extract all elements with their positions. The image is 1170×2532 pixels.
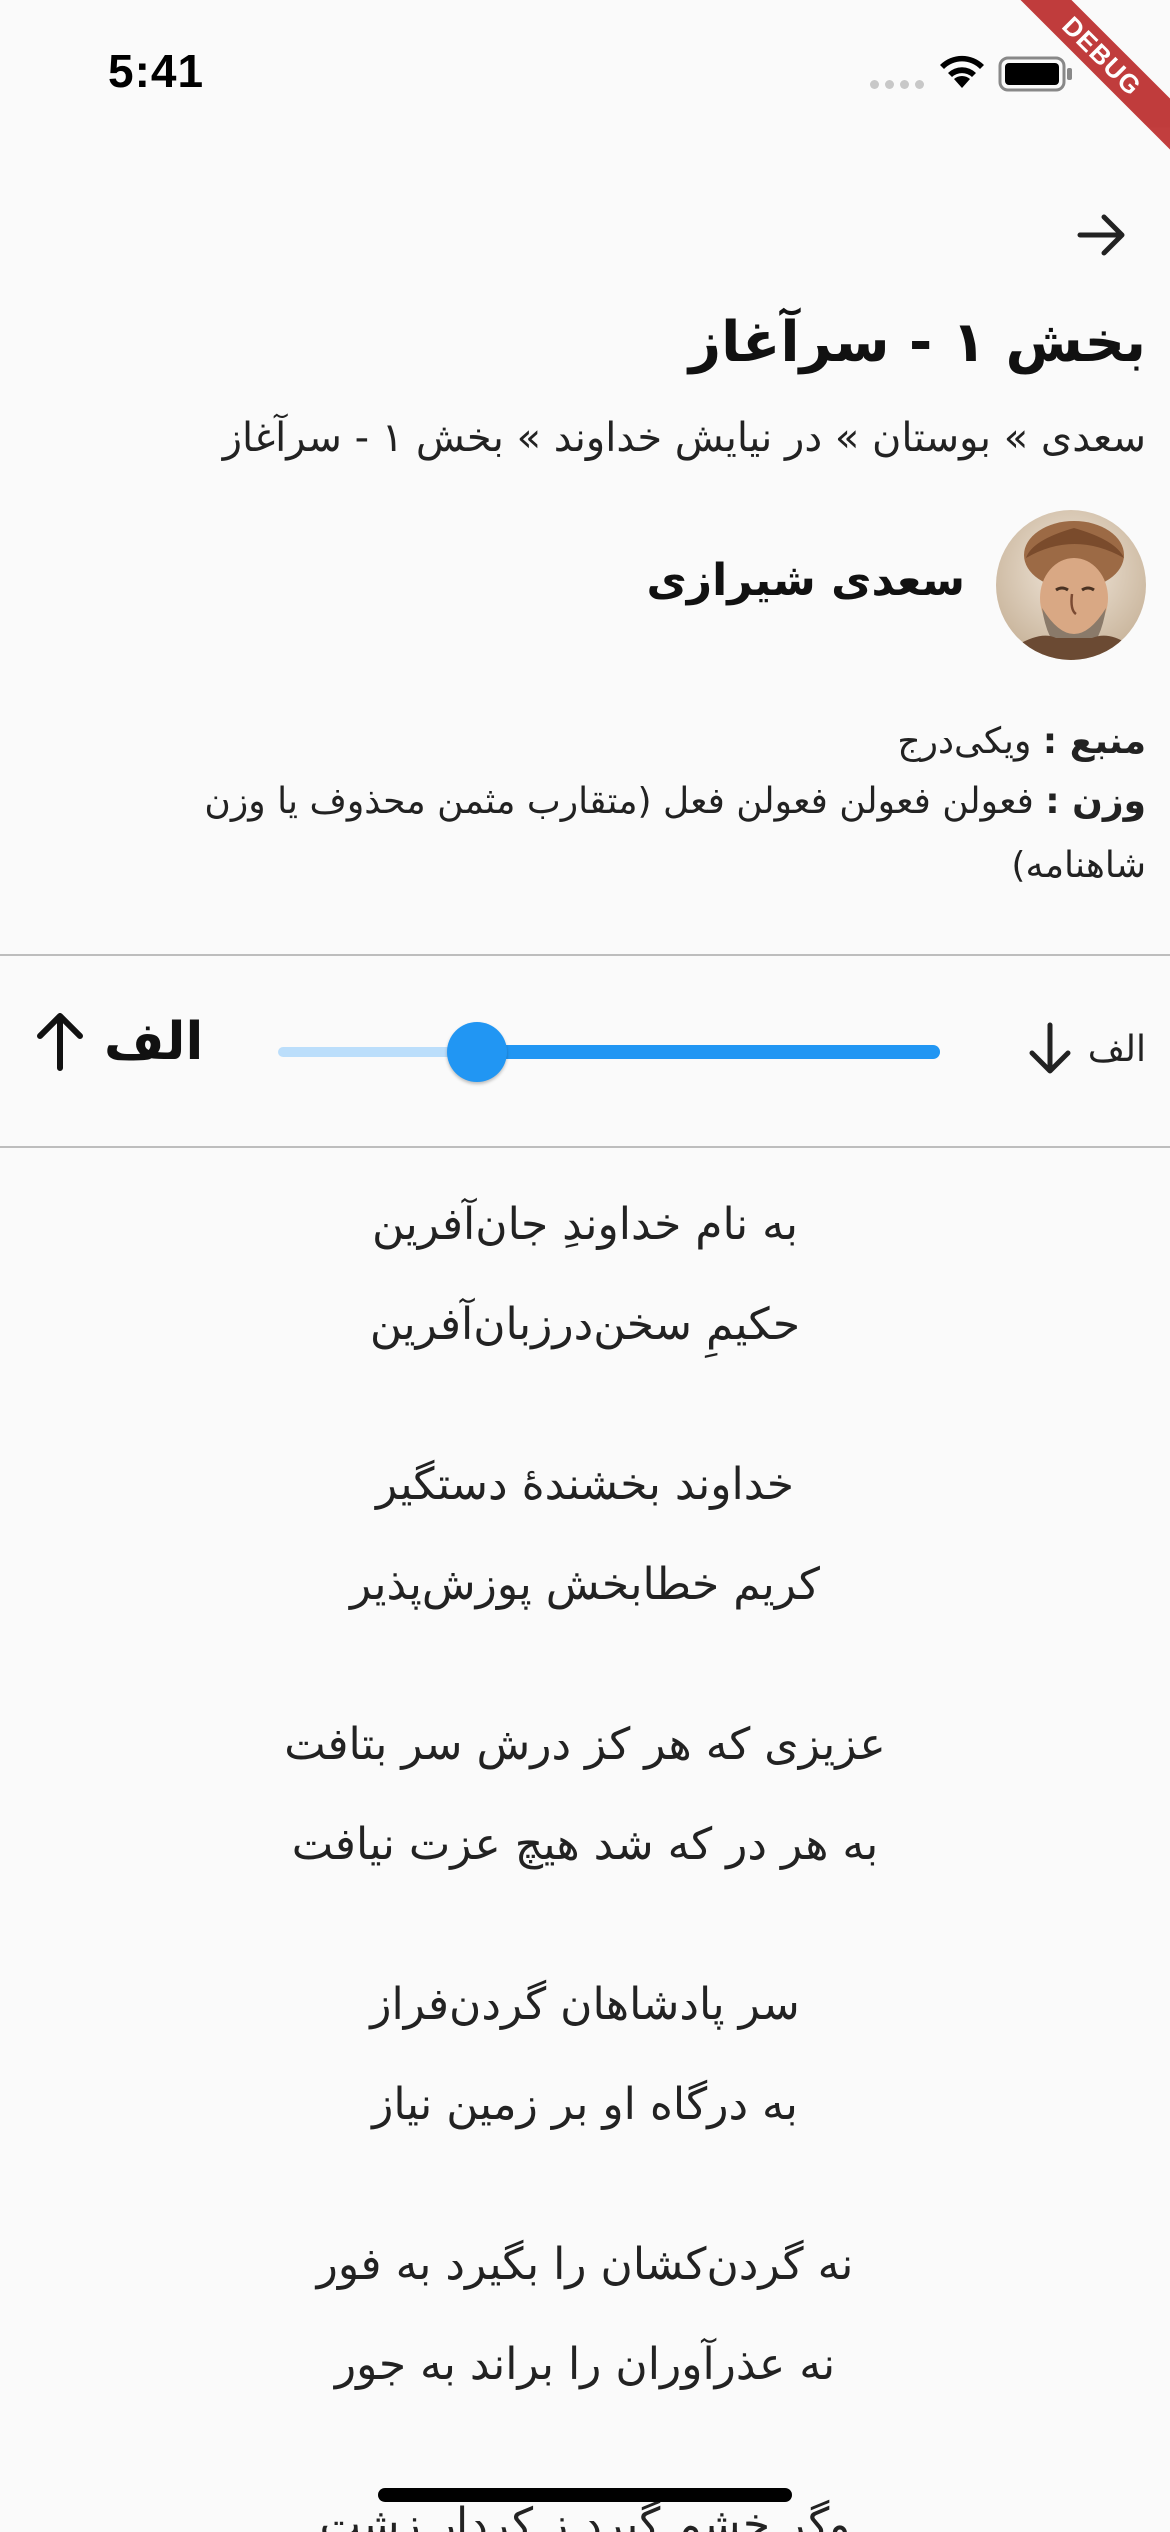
meter-label: وزن : xyxy=(1045,781,1146,822)
screen: 5:41 DEBUG بخش ۱ - سرآغاز سعدی » بوستان … xyxy=(0,0,1170,2532)
verse: سر پادشاهان گردن‌فراز xyxy=(370,1979,800,2030)
font-small-label: الف xyxy=(1087,1028,1146,1070)
poem: به نام خداوندِ جان‌آفرین حکیمِ سخن‌درزبان… xyxy=(0,1175,1170,2532)
verse: به درگاه او بر زمین نیاز xyxy=(372,2079,798,2130)
verse: وگر خشم گیرد ز کردار زشت xyxy=(319,2499,851,2532)
verse: خداوند بخشندهٔ دستگیر xyxy=(376,1459,794,1510)
verse: نه گردن‌کشان را بگیرد به فور xyxy=(316,2239,854,2290)
meter-value: فعولن فعولن فعولن فعل (متقارب مثمن محذوف… xyxy=(204,781,1146,886)
verse: به هر در که شد هیچ عزت نیافت xyxy=(291,1819,879,1870)
couplet[interactable]: نه گردن‌کشان را بگیرد به فور نه عذرآوران … xyxy=(0,2215,1170,2415)
meter-row: وزن : فعولن فعولن فعولن فعل (متقارب مثمن… xyxy=(106,770,1146,898)
status-icons xyxy=(870,40,1170,110)
couplet[interactable]: عزیزی که هر کز درش سر بتافت به هر در که ش… xyxy=(0,1695,1170,1895)
verse: به نام خداوندِ جان‌آفرین xyxy=(372,1199,798,1250)
poet-name[interactable]: سعدی شیرازی xyxy=(646,555,965,606)
wifi-icon xyxy=(940,55,984,88)
battery-icon xyxy=(998,56,1072,92)
home-indicator[interactable] xyxy=(378,2488,792,2502)
poet-avatar[interactable] xyxy=(996,510,1146,660)
divider xyxy=(0,1146,1170,1148)
source-label: منبع : xyxy=(1042,721,1146,762)
status-time: 5:41 xyxy=(108,45,205,97)
arrow-right-icon[interactable] xyxy=(1072,205,1132,265)
breadcrumb[interactable]: سعدی » بوستان » در نیایش خداوند » بخش ۱ … xyxy=(223,415,1146,461)
page-title: بخش ۱ - سرآغاز xyxy=(688,310,1146,375)
slider-thumb[interactable] xyxy=(446,1022,507,1082)
source-row: منبع : ویکی‌درج xyxy=(106,710,1146,774)
cellular-signal-icon xyxy=(870,80,924,89)
arrow-down-icon xyxy=(1029,1022,1071,1074)
font-size-control: الف الف xyxy=(0,955,1170,1145)
font-decrease-button[interactable]: الف xyxy=(1024,1021,1146,1077)
verse: حکیمِ سخن‌درزبان‌آفرین xyxy=(369,1299,801,1350)
couplet[interactable]: وگر خشم گیرد ز کردار زشت xyxy=(0,2475,1170,2532)
source-value[interactable]: ویکی‌درج xyxy=(897,721,1031,762)
poet-portrait-image xyxy=(996,510,1146,660)
font-large-label: الف xyxy=(104,1012,204,1072)
font-size-slider[interactable] xyxy=(278,1022,940,1082)
verse: عزیزی که هر کز درش سر بتافت xyxy=(284,1719,886,1770)
slider-fill xyxy=(476,1045,940,1059)
verse: نه عذرآوران را براند به جور xyxy=(334,2339,836,2390)
verse: کریم خطابخش پوزش‌پذیر xyxy=(350,1559,820,1610)
couplet[interactable]: خداوند بخشندهٔ دستگیر کریم خطابخش پوزش‌پذ… xyxy=(0,1435,1170,1635)
arrow-up-icon xyxy=(37,1013,83,1071)
font-increase-button[interactable]: الف xyxy=(30,1010,203,1074)
couplet[interactable]: به نام خداوندِ جان‌آفرین حکیمِ سخن‌درزبان… xyxy=(0,1175,1170,1375)
couplet[interactable]: سر پادشاهان گردن‌فراز به درگاه او بر زمین… xyxy=(0,1955,1170,2155)
